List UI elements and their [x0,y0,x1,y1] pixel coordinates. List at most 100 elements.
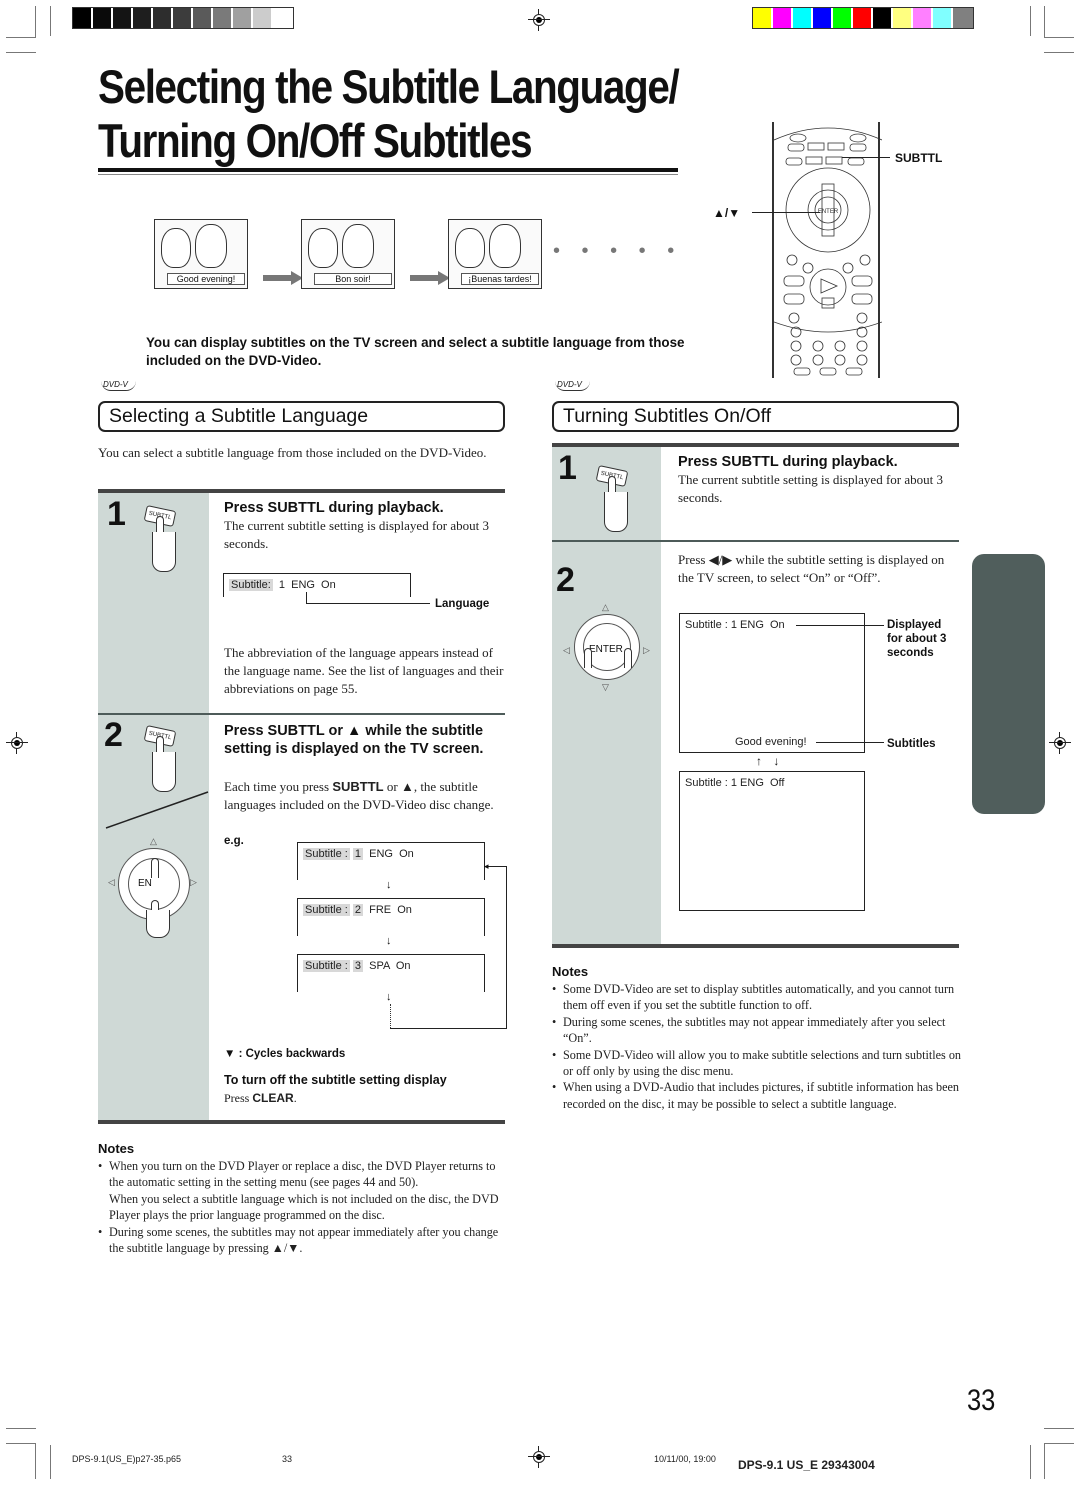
step-number: 2 [556,561,575,599]
osd-state: On [399,848,414,860]
notes-title: Notes [98,1141,135,1156]
text-part: Press [224,1091,253,1105]
crop-mark [1044,37,1074,38]
osd-language: ENG [369,848,393,860]
crop-mark [1030,6,1031,36]
remote-control-drawing: ENTER [773,127,883,376]
subttl-callout-label: SUBTTL [895,151,943,165]
language-callout-label: Language [435,598,490,610]
calibration-swatch [273,8,293,28]
section-description: You can select a subtitle language from … [98,445,487,460]
calibration-swatch [173,8,193,28]
footer-date: 10/11/00, 19:00 [654,1454,716,1464]
turn-off-heading: To turn off the subtitle setting display [224,1073,447,1087]
osd-number: 3 [352,960,363,972]
osd-subtitle-status: Subtitle : 3 SPA On [303,960,411,973]
osd-language: FRE [369,904,392,916]
calibration-swatch [933,8,953,28]
calibration-swatch [233,8,253,28]
section-heading-select-language: Selecting a Subtitle Language [98,401,505,432]
osd-subtitle-status: Subtitle : 1 ENG On [303,848,414,861]
continuation-dots [390,1004,391,1028]
right-arrow-icon: ▷ [643,645,650,655]
osd-state: On [395,960,411,972]
step-number: 1 [558,449,577,487]
calibration-swatch [873,8,893,28]
up-arrow-icon: △ [602,602,609,612]
turn-off-text: Press CLEAR. [224,1089,297,1107]
text-bold: ▲ [400,779,414,794]
step-text: Press ◀/▶ while the subtitle setting is … [678,552,945,585]
osd-label: Subtitle : [303,960,350,972]
calibration-swatch [213,8,233,28]
enter-label: EN [138,878,152,889]
step-text: The current subtitle setting is displaye… [224,518,489,551]
step-note: The abbreviation of the language appears… [224,645,504,696]
dvd-video-badge: DVD-V [101,380,136,391]
calibration-swatch [133,8,153,28]
pressing-hand-icon [152,752,176,792]
down-arrow-icon: ↓ [386,991,392,1003]
finger-icon [151,858,159,878]
right-arrow-icon: ▷ [190,877,197,887]
osd-label: Subtitle : [303,848,350,860]
osd-label: Subtitle : [303,904,350,916]
calibration-swatch [193,8,213,28]
crop-mark [1030,1445,1031,1479]
subtitle-caption: Good evening! [167,273,245,285]
movie-scene-spanish: ¡Buenas tardes! [448,219,542,289]
color-calibration-bar [752,7,974,29]
step-text: The current subtitle setting is displaye… [678,472,943,505]
note-item: When you turn on the DVD Player or repla… [98,1158,508,1191]
dvd-video-badge: DVD-V [555,380,590,391]
text-part: Each time you press [224,779,333,794]
loop-line [506,866,507,1029]
osd-subtitle-on: Subtitle : 1 ENG On [685,619,785,631]
note-item: Some DVD-Video are set to display subtit… [552,981,962,1014]
continuation-dots: • • • • • [553,240,683,262]
crop-mark [35,1443,36,1479]
crop-mark [1044,1428,1074,1429]
step-divider [98,713,505,715]
calibration-swatch [113,8,133,28]
notes-list: Some DVD-Video are set to display subtit… [552,981,962,1112]
calibration-swatch [893,8,913,28]
crop-mark [1044,1443,1045,1479]
updown-callout-label: ▲/▼ [713,206,741,220]
calibration-swatch [753,8,773,28]
chapter-tab [972,554,1045,814]
subttl-callout-line [842,157,890,158]
up-arrow-icon: △ [150,836,157,846]
osd-value: 1 ENG On [278,579,336,591]
note-item: Some DVD-Video will allow you to make su… [552,1047,962,1080]
step-text: Each time you press SUBTTL or ▲, the sub… [224,778,504,814]
calibration-swatch [93,8,113,28]
arrow-right-icon [263,271,303,285]
osd-state: On [397,904,412,916]
down-arrow-icon: ↓ [386,879,392,891]
crop-mark [35,6,36,38]
pressing-hand-icon [604,492,628,532]
down-arrow-icon: ↓ [386,935,392,947]
svg-text:ENTER: ENTER [818,209,839,215]
crop-mark [50,6,51,36]
subtitles-callout-label: Subtitles [887,738,936,750]
text-part: or [383,779,401,794]
toggle-arrows-icon: ↑ ↓ [756,754,784,768]
calibration-swatch [813,8,833,28]
registration-mark-icon [1049,732,1071,754]
footer-file-name: DPS-9.1(US_E)p27-35.p65 [72,1454,182,1464]
crop-mark [6,37,36,38]
loop-line [390,1028,506,1029]
crop-mark [50,1445,51,1479]
subtitle-caption: ¡Buenas tardes! [461,273,539,285]
crop-mark [1044,1443,1074,1444]
pressing-hand-icon [152,532,176,572]
movie-scene-french: Bon soir! [301,219,395,289]
calibration-swatch [913,8,933,28]
finger-icon [624,648,632,668]
crop-mark [1044,6,1045,38]
note-item: When using a DVD-Audio that includes pic… [552,1079,962,1112]
page-title-line-2: Turning On/Off Subtitles [98,114,533,167]
registration-mark-icon [528,9,550,31]
